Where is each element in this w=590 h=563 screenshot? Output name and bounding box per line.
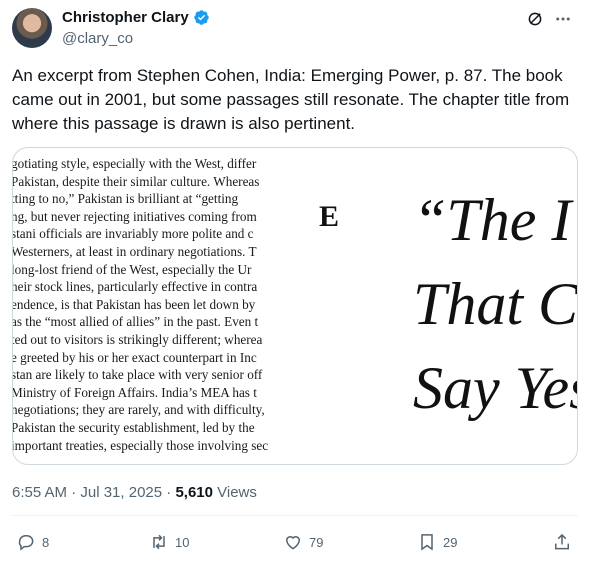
like-count: 79 — [309, 534, 324, 550]
bookmark-icon — [421, 534, 433, 551]
repost-count: 10 — [175, 534, 190, 550]
book-text-line: important treaties, especially those inv… — [13, 437, 269, 453]
reply-count: 8 — [42, 534, 50, 550]
more-options-icon[interactable] — [554, 10, 572, 28]
grok-icon[interactable] — [526, 10, 544, 28]
action-bar: 8 10 79 29 — [12, 532, 580, 556]
book-page-right: E “The I That C Say Yes — [313, 148, 577, 464]
chapter-title-line-2: That C — [413, 271, 577, 337]
share-icon — [555, 533, 569, 550]
book-gutter — [303, 148, 313, 464]
heart-icon — [285, 536, 301, 550]
top-actions — [526, 10, 572, 28]
tweet-meta: 6:55 AM · Jul 31, 2025 · 5,610 Views — [12, 484, 257, 501]
repost-button[interactable]: 10 — [149, 532, 189, 552]
tweet-image[interactable]: gotiating style, especially with the Wes… — [12, 147, 578, 465]
verified-badge-icon — [193, 10, 209, 25]
like-button[interactable]: 79 — [283, 532, 323, 552]
bookmark-count: 29 — [443, 534, 458, 550]
timestamp[interactable]: 6:55 AM · Jul 31, 2025 · — [12, 484, 175, 501]
author-name-row[interactable]: Christopher Clary — [62, 9, 210, 26]
bookmark-button[interactable]: 29 — [417, 532, 457, 552]
repost-icon — [153, 534, 165, 550]
reply-button[interactable]: 8 — [16, 532, 49, 552]
tweet-text: An excerpt from Stephen Cohen, India: Em… — [12, 66, 570, 133]
chapter-title-line-1: “The I — [413, 187, 572, 253]
author-handle[interactable]: @clary_co — [62, 30, 133, 47]
views-label: Views — [212, 484, 257, 501]
margin-letter: E — [319, 200, 340, 233]
author-name[interactable]: Christopher Clary — [62, 9, 189, 26]
views-count: 5,610 — [175, 484, 213, 501]
book-page-left: gotiating style, especially with the Wes… — [13, 148, 303, 464]
chapter-title-line-3: Say Yes — [413, 355, 577, 421]
share-button[interactable] — [552, 532, 572, 552]
avatar[interactable] — [12, 8, 52, 48]
reply-icon — [18, 535, 34, 551]
divider — [12, 515, 578, 516]
